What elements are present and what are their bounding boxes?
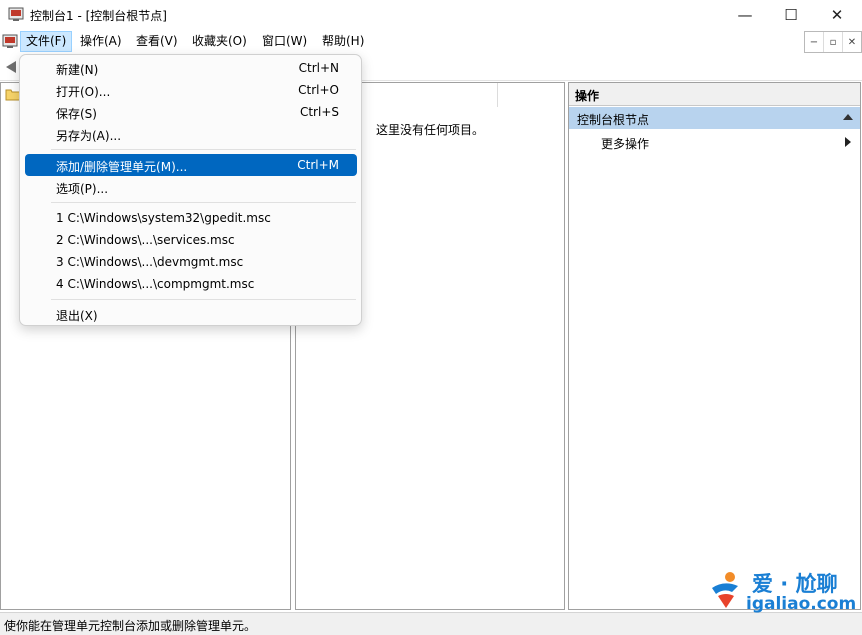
menu-item-options[interactable]: 选项(P)... xyxy=(25,176,357,198)
maximize-button[interactable]: ☐ xyxy=(768,0,814,30)
menu-item-exit[interactable]: 退出(X) xyxy=(25,303,357,325)
menu-item-recent-2[interactable]: 2 C:\Windows\...\services.msc xyxy=(25,229,357,251)
menu-item-open[interactable]: 打开(O)... Ctrl+O xyxy=(25,79,357,101)
actions-pane: 操作 控制台根节点 更多操作 xyxy=(568,82,861,610)
menu-separator xyxy=(51,299,356,300)
menu-console-icon[interactable] xyxy=(2,33,18,49)
file-menu-dropdown: 新建(N) Ctrl+N 打开(O)... Ctrl+O 保存(S) Ctrl+… xyxy=(19,54,362,326)
menu-item-label: 1 C:\Windows\system32\gpedit.msc xyxy=(56,211,271,225)
status-text: 使你能在管理单元控制台添加或删除管理单元。 xyxy=(4,619,257,633)
menu-help[interactable]: 帮助(H) xyxy=(317,32,369,51)
menu-item-shortcut: Ctrl+O xyxy=(298,83,339,97)
mdi-restore-button[interactable]: ▫ xyxy=(824,32,843,52)
maximize-icon: ☐ xyxy=(784,6,798,24)
title-bar: 控制台1 - [控制台根节点] — ☐ ✕ xyxy=(0,0,862,30)
close-button[interactable]: ✕ xyxy=(814,0,860,30)
actions-title: 操作 xyxy=(575,89,600,103)
menu-separator xyxy=(51,202,356,203)
collapse-up-icon[interactable] xyxy=(843,114,853,120)
menu-item-label: 2 C:\Windows\...\services.msc xyxy=(56,233,235,247)
menu-favorites[interactable]: 收藏夹(O) xyxy=(187,32,252,51)
more-actions-item[interactable]: 更多操作 xyxy=(569,131,860,153)
menu-item-label: 打开(O)... xyxy=(56,85,111,99)
menu-item-save[interactable]: 保存(S) Ctrl+S xyxy=(25,101,357,123)
menu-item-add-remove-snapin[interactable]: 添加/删除管理单元(M)... Ctrl+M xyxy=(25,154,357,176)
app-console-icon xyxy=(8,6,24,22)
mdi-minimize-button[interactable]: − xyxy=(805,32,824,52)
menu-item-shortcut: Ctrl+S xyxy=(299,105,339,119)
menu-item-shortcut: Ctrl+M xyxy=(297,158,339,172)
menu-item-label: 4 C:\Windows\...\compmgmt.msc xyxy=(56,277,255,291)
menu-bar: 文件(F) 操作(A) 查看(V) 收藏夹(O) 窗口(W) 帮助(H) xyxy=(0,30,862,53)
menu-file[interactable]: 文件(F) xyxy=(20,31,73,52)
minimize-button[interactable]: — xyxy=(722,0,768,30)
menu-view[interactable]: 查看(V) xyxy=(131,32,183,51)
menu-item-label: 保存(S) xyxy=(56,107,97,121)
empty-message: 这里没有任何项目。 xyxy=(376,123,485,137)
menu-item-save-as[interactable]: 另存为(A)... xyxy=(25,123,357,145)
menu-item-label: 选项(P)... xyxy=(56,182,109,196)
back-arrow-icon[interactable] xyxy=(4,60,18,74)
watermark-url: igaliao.com xyxy=(746,594,857,614)
close-icon: ✕ xyxy=(830,6,844,24)
menu-action[interactable]: 操作(A) xyxy=(75,32,127,51)
more-actions-label: 更多操作 xyxy=(601,137,650,151)
status-bar: 使你能在管理单元控制台添加或删除管理单元。 xyxy=(0,612,862,635)
menu-item-label: 3 C:\Windows\...\devmgmt.msc xyxy=(56,255,244,269)
menu-separator xyxy=(51,149,356,150)
menu-item-recent-1[interactable]: 1 C:\Windows\system32\gpedit.msc xyxy=(25,207,357,229)
menu-item-recent-3[interactable]: 3 C:\Windows\...\devmgmt.msc xyxy=(25,251,357,273)
menu-item-label: 新建(N) xyxy=(56,63,99,77)
section-label: 控制台根节点 xyxy=(577,113,650,127)
minimize-icon: — xyxy=(737,6,753,24)
menu-item-shortcut: Ctrl+N xyxy=(298,61,339,75)
expand-right-icon xyxy=(845,137,851,147)
actions-header: 操作 xyxy=(569,83,860,106)
mdi-close-button[interactable]: ✕ xyxy=(843,32,861,52)
mdi-controls: − ▫ ✕ xyxy=(804,31,862,53)
watermark-logo-icon xyxy=(712,572,738,608)
menu-item-recent-4[interactable]: 4 C:\Windows\...\compmgmt.msc xyxy=(25,273,357,295)
menu-item-label: 添加/删除管理单元(M)... xyxy=(56,160,188,174)
menu-window[interactable]: 窗口(W) xyxy=(257,32,312,51)
watermark: 爱 · 尬聊 igaliao.com xyxy=(700,568,860,614)
window-title: 控制台1 - [控制台根节点] xyxy=(30,9,167,23)
menu-item-new[interactable]: 新建(N) Ctrl+N xyxy=(25,57,357,79)
actions-section-root[interactable]: 控制台根节点 xyxy=(569,107,860,129)
menu-item-label: 另存为(A)... xyxy=(56,129,122,143)
menu-item-label: 退出(X) xyxy=(56,309,98,323)
